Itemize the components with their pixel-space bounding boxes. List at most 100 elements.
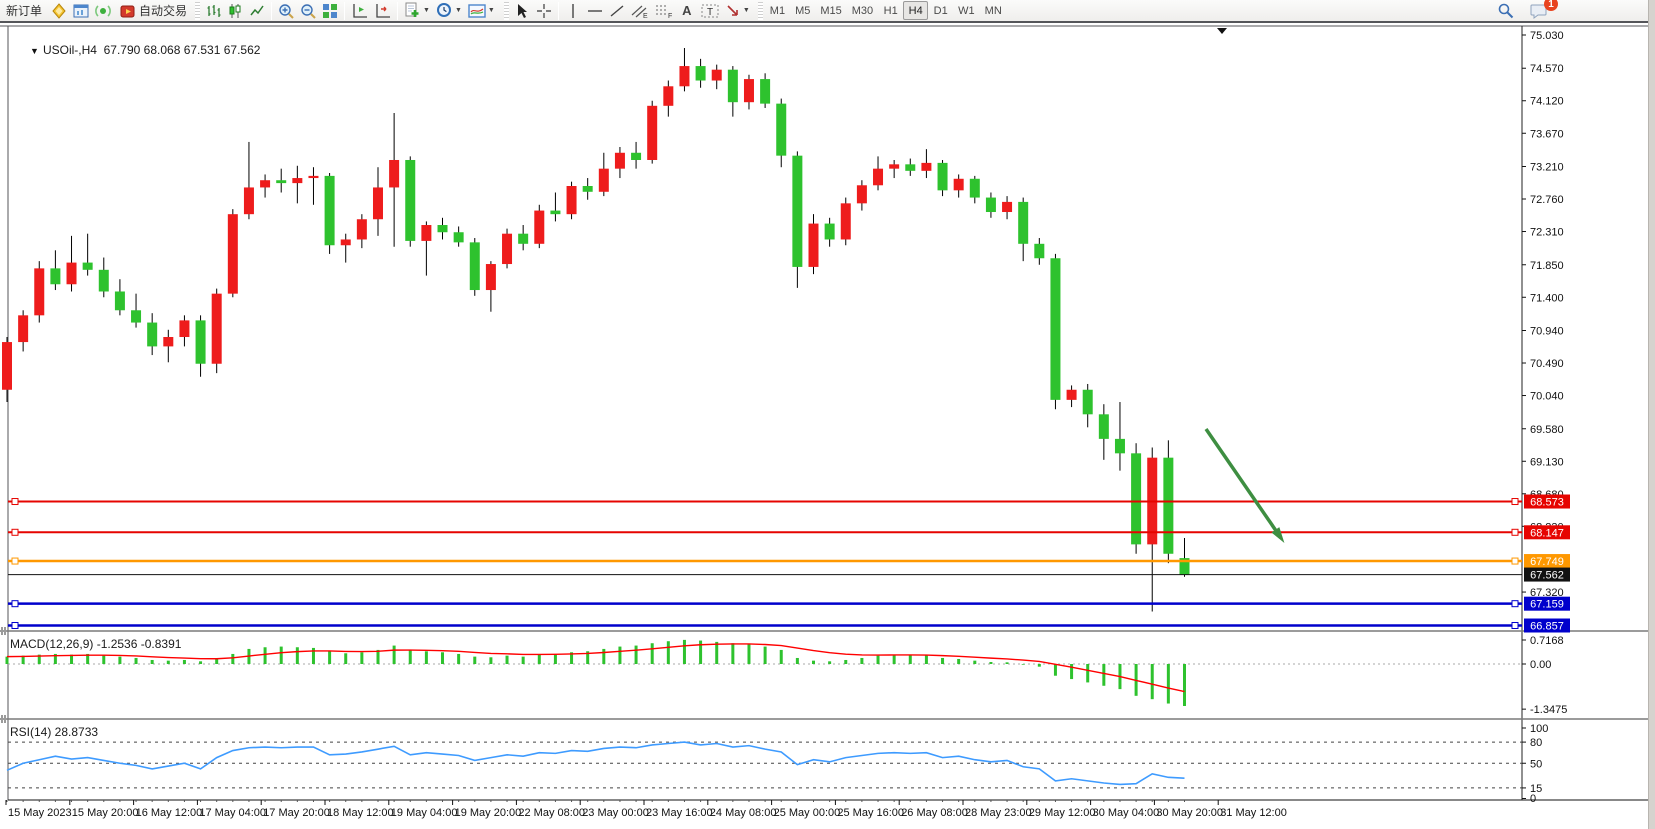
- ohlc-values: 67.790 68.068 67.531 67.562: [97, 43, 260, 57]
- periods-button[interactable]: ▼: [433, 0, 465, 21]
- candle-down: [196, 320, 206, 363]
- hline-handle[interactable]: [1512, 601, 1518, 607]
- hline-handle[interactable]: [12, 601, 18, 607]
- new-order-button[interactable]: 新订单: [0, 0, 48, 21]
- vertical-line-tool[interactable]: [562, 0, 584, 21]
- symbol-dropdown-icon[interactable]: ▼: [30, 46, 39, 56]
- candle-up: [502, 234, 512, 264]
- candle-down: [631, 153, 641, 160]
- price-axis-label: 72.760: [1530, 194, 1564, 206]
- candle-down: [970, 179, 980, 198]
- signal-icon-button[interactable]: [92, 0, 114, 21]
- candle-up: [18, 315, 28, 342]
- hline-badge-label: 68.573: [1530, 497, 1564, 509]
- timeframe-button-h4[interactable]: H4: [903, 1, 928, 20]
- candle-down: [131, 310, 141, 322]
- rsi-line: [7, 742, 1184, 784]
- time-axis-label: 22 May 08:00: [518, 807, 585, 819]
- chat-button[interactable]: 1: [1527, 0, 1551, 21]
- toolbar-separator: [344, 2, 345, 20]
- indicators-button[interactable]: ▼: [465, 0, 498, 21]
- svg-text:T: T: [707, 7, 713, 18]
- templates-button[interactable]: ▼: [401, 0, 433, 21]
- text-tool[interactable]: A: [676, 0, 698, 21]
- text-label-tool[interactable]: T: [698, 0, 722, 21]
- timeframe-button-m15[interactable]: M15: [815, 1, 846, 20]
- fibonacci-tool[interactable]: F: [652, 0, 676, 21]
- timeframe-button-d1[interactable]: D1: [928, 1, 953, 20]
- chart-shift-icon: [351, 3, 368, 19]
- hline-handle[interactable]: [1512, 499, 1518, 505]
- crosshair-tool-button[interactable]: [533, 0, 555, 21]
- hline-handle[interactable]: [12, 558, 18, 564]
- price-axis-label: 75.030: [1530, 30, 1564, 42]
- rsi-axis-label: 100: [1530, 723, 1548, 735]
- channel-icon: E: [631, 3, 649, 19]
- candle-down: [760, 79, 770, 104]
- price-axis-label: 69.580: [1530, 424, 1564, 436]
- shapes-arrow-icon: [725, 3, 741, 19]
- channel-tool[interactable]: E: [628, 0, 652, 21]
- timeframe-button-w1[interactable]: W1: [953, 1, 980, 20]
- window-right-strip: [1648, 0, 1655, 829]
- candle-down: [325, 176, 335, 245]
- hline-handle[interactable]: [1512, 529, 1518, 535]
- toolbar-grip: [758, 2, 763, 20]
- candle-down: [405, 160, 415, 241]
- candle-up: [341, 239, 351, 245]
- bar-chart-button[interactable]: [202, 0, 224, 21]
- chart-shift-button[interactable]: [348, 0, 371, 21]
- market-watch-icon[interactable]: [48, 0, 70, 21]
- candle-down: [276, 180, 286, 183]
- dropdown-arrow-icon: ▼: [455, 7, 462, 14]
- fibonacci-icon: F: [655, 3, 673, 19]
- candle-up: [373, 187, 383, 219]
- price-axis-label: 71.850: [1530, 260, 1564, 272]
- timeframe-button-m1[interactable]: M1: [765, 1, 790, 20]
- time-axis-label: 24 May 08:00: [710, 807, 777, 819]
- candlestick-chart-button[interactable]: [224, 0, 246, 21]
- hline-handle[interactable]: [12, 622, 18, 628]
- candle-down: [1115, 439, 1125, 453]
- hline-handle[interactable]: [1512, 558, 1518, 564]
- zoom-in-icon: [278, 3, 294, 19]
- timeframe-button-mn[interactable]: MN: [980, 1, 1007, 20]
- scroll-end-marker[interactable]: [1217, 28, 1227, 34]
- tile-windows-icon: [322, 3, 338, 19]
- chart-window-icon-button[interactable]: [70, 0, 92, 21]
- candle-up: [647, 106, 657, 160]
- dropdown-arrow-icon: ▼: [743, 7, 750, 14]
- timeframe-button-h1[interactable]: H1: [878, 1, 903, 20]
- shapes-tool[interactable]: ▼: [722, 0, 753, 21]
- cursor-tool-button[interactable]: [511, 0, 533, 21]
- zoom-in-button[interactable]: [275, 0, 297, 21]
- candle-down: [1099, 414, 1109, 439]
- auto-scroll-button[interactable]: [371, 0, 394, 21]
- price-axis-label: 74.570: [1530, 63, 1564, 75]
- timeframe-button-m30[interactable]: M30: [847, 1, 878, 20]
- trendline-tool[interactable]: [606, 0, 628, 21]
- hline-handle[interactable]: [1512, 622, 1518, 628]
- candle-up: [921, 163, 931, 171]
- line-chart-button[interactable]: [246, 0, 268, 21]
- candle-down: [696, 66, 706, 80]
- time-axis-label: 30 May 04:00: [1093, 807, 1160, 819]
- zoom-out-button[interactable]: [297, 0, 319, 21]
- candle-up: [809, 224, 819, 267]
- tile-windows-button[interactable]: [319, 0, 341, 21]
- candle-up: [34, 268, 44, 315]
- trend-arrow[interactable]: [1206, 429, 1281, 538]
- search-button[interactable]: [1494, 0, 1517, 21]
- hline-handle[interactable]: [12, 529, 18, 535]
- chart-area[interactable]: 75.03074.57074.12073.67073.21072.76072.3…: [0, 25, 1655, 829]
- price-axis-label: 70.490: [1530, 358, 1564, 370]
- dropdown-arrow-icon: ▼: [423, 7, 430, 14]
- candle-down: [1018, 202, 1028, 244]
- horizontal-line-tool[interactable]: [584, 0, 606, 21]
- timeframe-button-m5[interactable]: M5: [790, 1, 815, 20]
- autotrading-button[interactable]: 自动交易: [114, 0, 193, 21]
- candle-up: [228, 214, 238, 293]
- chart-canvas[interactable]: 75.03074.57074.12073.67073.21072.76072.3…: [0, 25, 1655, 829]
- hline-handle[interactable]: [12, 499, 18, 505]
- candle-down: [83, 263, 93, 270]
